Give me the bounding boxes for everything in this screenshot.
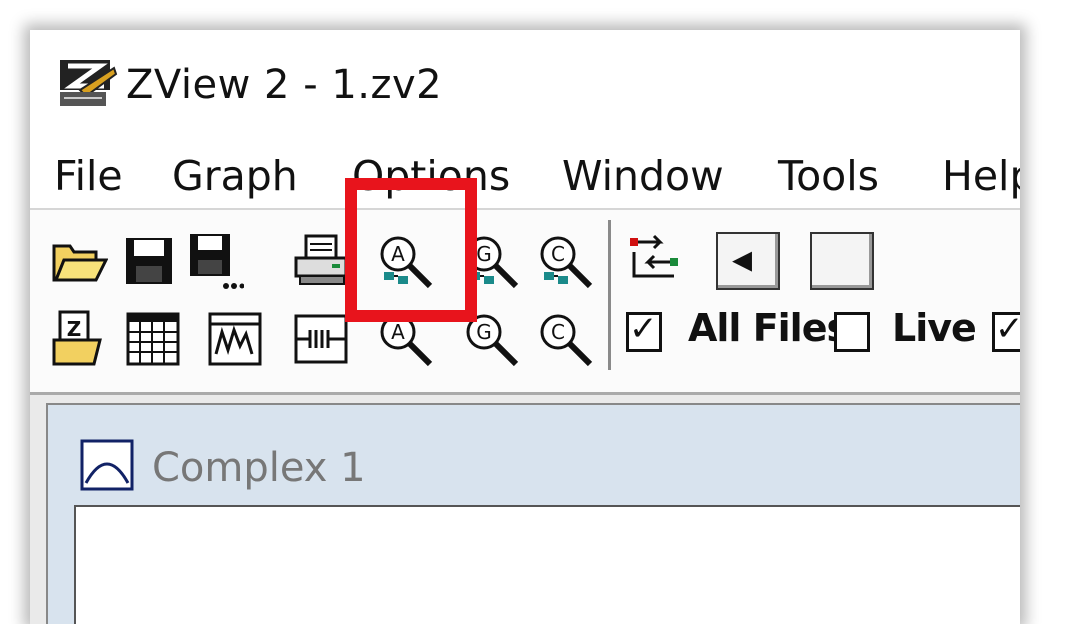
live-option[interactable]: Live bbox=[834, 306, 977, 354]
live-checkbox[interactable] bbox=[834, 312, 870, 352]
zoom-c-icon[interactable]: C bbox=[536, 310, 594, 368]
next-button[interactable] bbox=[810, 232, 874, 290]
child-window-title: Complex 1 bbox=[152, 445, 366, 491]
menu-tools[interactable]: Tools bbox=[778, 152, 879, 200]
circuit-icon[interactable] bbox=[292, 310, 350, 368]
save-as-icon[interactable] bbox=[186, 232, 244, 290]
title-bar: ZView 2 - 1.zv2 bbox=[30, 30, 1020, 134]
save-icon[interactable] bbox=[120, 232, 178, 290]
mdi-workspace: Complex 1 bbox=[30, 392, 1020, 624]
all-files-option[interactable]: ✓ All Files bbox=[626, 306, 849, 354]
complex-1-window[interactable]: Complex 1 bbox=[46, 403, 1020, 624]
live-label: Live bbox=[892, 306, 977, 350]
menu-graph[interactable]: Graph bbox=[172, 152, 298, 200]
svg-text:A: A bbox=[391, 320, 405, 344]
third-option[interactable]: ✓ bbox=[992, 306, 1020, 354]
sync-arrows-icon[interactable] bbox=[626, 232, 684, 290]
svg-text:C: C bbox=[551, 242, 565, 266]
highlight-box bbox=[345, 178, 477, 322]
zoom-c-connected-icon[interactable]: C bbox=[536, 232, 594, 290]
menu-file[interactable]: File bbox=[54, 152, 123, 200]
zview-window: ZView 2 - 1.zv2 File Graph Options Windo… bbox=[30, 30, 1020, 624]
previous-button[interactable]: ◂ bbox=[716, 232, 780, 290]
window-title: ZView 2 - 1.zv2 bbox=[126, 62, 443, 108]
open-z-file-icon[interactable]: Z bbox=[50, 310, 108, 368]
data-grid-icon[interactable] bbox=[124, 310, 182, 368]
open-folder-icon[interactable] bbox=[50, 232, 108, 290]
menu-window[interactable]: Window bbox=[562, 152, 724, 200]
plot-area[interactable] bbox=[74, 505, 1020, 624]
svg-text:Z: Z bbox=[67, 317, 82, 341]
svg-text:G: G bbox=[476, 242, 492, 266]
printer-icon[interactable] bbox=[292, 232, 350, 290]
zview-app-icon bbox=[58, 54, 118, 110]
all-files-checkbox[interactable]: ✓ bbox=[626, 309, 662, 352]
complex-plot-icon bbox=[80, 439, 134, 491]
toolbar: A G C Z A G C ◂ ✓ All Files Live ✓ bbox=[30, 208, 1020, 406]
arrow-left-icon: ◂ bbox=[732, 236, 753, 282]
check-icon: ✓ bbox=[629, 309, 658, 349]
waveform-icon[interactable] bbox=[206, 310, 264, 368]
toolbar-separator bbox=[608, 220, 611, 370]
all-files-label: All Files bbox=[688, 306, 849, 350]
third-checkbox[interactable]: ✓ bbox=[992, 309, 1020, 352]
check-icon: ✓ bbox=[995, 309, 1020, 349]
menu-help[interactable]: Help bbox=[942, 152, 1020, 200]
svg-text:C: C bbox=[551, 320, 565, 344]
svg-text:G: G bbox=[476, 320, 492, 344]
